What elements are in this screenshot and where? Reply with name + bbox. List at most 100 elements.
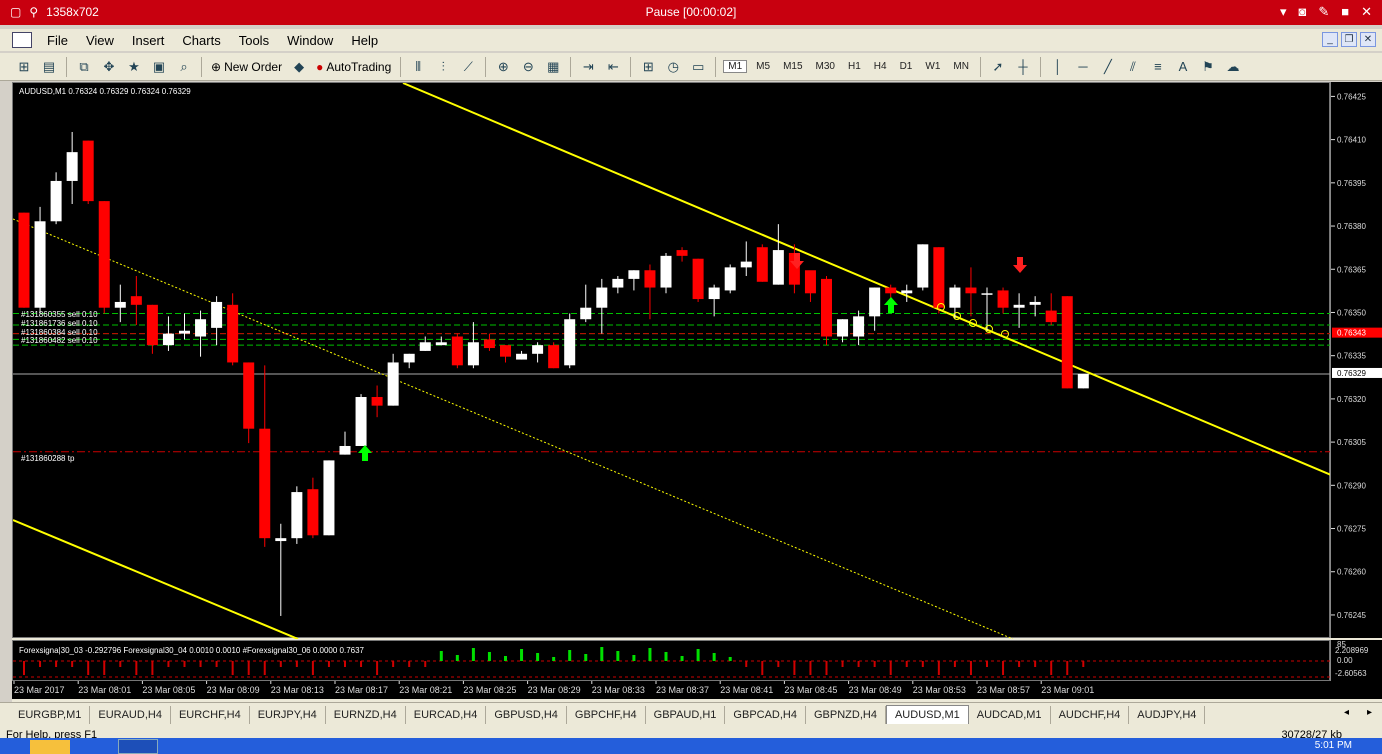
indicator-bar bbox=[103, 661, 106, 675]
text-icon[interactable]: A bbox=[1173, 57, 1193, 77]
tab-scroll-left-icon[interactable]: ◂ bbox=[1344, 707, 1349, 718]
indicator-bar bbox=[809, 661, 812, 675]
candlestick-icon[interactable]: ⫶ bbox=[433, 57, 453, 77]
candle-body bbox=[211, 301, 223, 328]
menu-help[interactable]: Help bbox=[342, 33, 387, 48]
menu-charts[interactable]: Charts bbox=[173, 33, 229, 48]
mid-dotted-trendline[interactable] bbox=[12, 218, 1014, 640]
taskbar-app-icon[interactable] bbox=[118, 739, 158, 754]
menu-file[interactable]: File bbox=[38, 33, 77, 48]
menu-view[interactable]: View bbox=[77, 33, 123, 48]
candle-body bbox=[419, 342, 431, 351]
lower-trendline[interactable] bbox=[12, 519, 299, 640]
zoom-out-icon[interactable]: ⊖ bbox=[518, 57, 538, 77]
terminal-icon[interactable]: ▣ bbox=[149, 57, 169, 77]
pencil-icon[interactable]: ✎ bbox=[1318, 4, 1329, 20]
new-order-button[interactable]: ⊕ New Order bbox=[209, 60, 284, 74]
tab-gbpusd[interactable]: GBPUSD,H4 bbox=[486, 706, 567, 724]
chart-header: AUDUSD,M1 0.76324 0.76329 0.76324 0.7632… bbox=[19, 87, 191, 96]
label-icon[interactable]: ⚑ bbox=[1198, 57, 1218, 77]
equidistant-channel-icon[interactable]: ⫽ bbox=[1123, 57, 1143, 77]
main-chart[interactable]: AUDUSD,M1 0.76324 0.76329 0.76324 0.7632… bbox=[12, 82, 1332, 640]
restore-icon[interactable]: ❐ bbox=[1341, 32, 1357, 47]
meta-editor-icon[interactable]: ◆ bbox=[289, 57, 309, 77]
indicator-window[interactable]: Forexsigna|30_03 -0.292796 Forexsignal30… bbox=[12, 640, 1331, 681]
candle-body bbox=[114, 301, 126, 308]
order-label-2: #131861736 sell 0.10 bbox=[21, 319, 98, 328]
data-window-icon[interactable]: ✥ bbox=[99, 57, 119, 77]
autotrading-button[interactable]: ● AutoTrading bbox=[314, 60, 393, 74]
horizontal-line-icon[interactable]: ─ bbox=[1073, 57, 1093, 77]
tab-audchf[interactable]: AUDCHF,H4 bbox=[1051, 706, 1130, 724]
tester-icon[interactable]: ⌕ bbox=[174, 57, 194, 77]
menu-tools[interactable]: Tools bbox=[230, 33, 278, 48]
tab-scroll-right-icon[interactable]: ▸ bbox=[1367, 707, 1372, 718]
price-tick-label: 0.76365 bbox=[1337, 265, 1366, 274]
tab-audjpy[interactable]: AUDJPY,H4 bbox=[1129, 706, 1206, 724]
close-doc-icon[interactable]: ✕ bbox=[1360, 32, 1376, 47]
trendline-icon[interactable]: ╱ bbox=[1098, 57, 1118, 77]
new-chart-icon[interactable]: ⊞ bbox=[14, 57, 34, 77]
stop-icon[interactable]: ■ bbox=[1341, 4, 1349, 20]
tab-euraud[interactable]: EURAUD,H4 bbox=[90, 706, 171, 724]
minimize-icon[interactable]: _ bbox=[1322, 32, 1338, 47]
timeframe-m1[interactable]: M1 bbox=[723, 60, 748, 73]
dropdown-icon[interactable]: ▾ bbox=[1280, 4, 1287, 20]
tab-gbpnzd[interactable]: GBPNZD,H4 bbox=[806, 706, 886, 724]
zoom-in-icon[interactable]: ⊕ bbox=[493, 57, 513, 77]
candle-body bbox=[98, 201, 110, 308]
time-axis[interactable]: 23 Mar 2017 23 Mar 08:01 23 Mar 08:05 23 Ma… bbox=[12, 681, 1382, 699]
autoscroll-icon[interactable]: ⇥ bbox=[578, 57, 598, 77]
price-chart-svg[interactable]: AUDUSD,M1 0.76324 0.76329 0.76324 0.7632… bbox=[12, 82, 1332, 640]
tab-eurnzd[interactable]: EURNZD,H4 bbox=[326, 706, 406, 724]
tab-audcad[interactable]: AUDCAD,M1 bbox=[969, 706, 1051, 724]
indicator-bar bbox=[600, 647, 604, 661]
periods-icon[interactable]: ◷ bbox=[663, 57, 683, 77]
chat-icon[interactable]: ☁ bbox=[1223, 57, 1243, 77]
tab-eurchf[interactable]: EURCHF,H4 bbox=[171, 706, 250, 724]
timeframe-h4[interactable]: H4 bbox=[870, 61, 891, 72]
tab-eurjpy[interactable]: EURJPY,H4 bbox=[250, 706, 326, 724]
bar-chart-icon[interactable]: ⫴ bbox=[408, 57, 428, 77]
menu-insert[interactable]: Insert bbox=[123, 33, 174, 48]
timeframe-m30[interactable]: M30 bbox=[812, 61, 839, 72]
tab-gbpaud[interactable]: GBPAUD,H1 bbox=[646, 706, 726, 724]
price-tick-label: 0.76425 bbox=[1337, 92, 1366, 101]
clock: 5:01 PM bbox=[1314, 740, 1352, 751]
tab-eurcad[interactable]: EURCAD,H4 bbox=[406, 706, 487, 724]
profiles-icon[interactable]: ▤ bbox=[39, 57, 59, 77]
market-watch-icon[interactable]: ⧉ bbox=[74, 57, 94, 77]
vertical-line-icon[interactable]: │ bbox=[1048, 57, 1068, 77]
price-axis[interactable]: 0.76425 0.76410 0.76395 0.76380 0.76365 0.763… bbox=[1330, 82, 1382, 638]
menu-window[interactable]: Window bbox=[278, 33, 342, 48]
timeframe-m5[interactable]: M5 bbox=[752, 61, 774, 72]
indicators-icon[interactable]: ⊞ bbox=[638, 57, 658, 77]
tab-gbpcad[interactable]: GBPCAD,H4 bbox=[725, 706, 806, 724]
templates-icon[interactable]: ▭ bbox=[688, 57, 708, 77]
tab-gbpchf[interactable]: GBPCHF,H4 bbox=[567, 706, 646, 724]
timeframe-m15[interactable]: M15 bbox=[779, 61, 806, 72]
candle-body bbox=[339, 445, 351, 455]
timeframe-d1[interactable]: D1 bbox=[896, 61, 917, 72]
tab-audusd[interactable]: AUDUSD,M1 bbox=[885, 705, 969, 724]
time-tick-label: 23 Mar 08:41 bbox=[720, 685, 773, 695]
camera-icon[interactable]: ◙ bbox=[1298, 4, 1306, 20]
crosshair-icon[interactable]: ┼ bbox=[1013, 57, 1033, 77]
price-tick-label: 0.76350 bbox=[1337, 308, 1366, 317]
fibonacci-icon[interactable]: ≡ bbox=[1148, 57, 1168, 77]
timeframe-w1[interactable]: W1 bbox=[921, 61, 944, 72]
timeframe-mn[interactable]: MN bbox=[949, 61, 973, 72]
candle-body bbox=[628, 270, 640, 279]
tile-windows-icon[interactable]: ▦ bbox=[543, 57, 563, 77]
upper-trendline[interactable] bbox=[402, 82, 1332, 476]
chart-shift-icon[interactable]: ⇤ bbox=[603, 57, 623, 77]
start-folder-icon[interactable] bbox=[30, 740, 70, 754]
line-chart-icon[interactable]: ⟋ bbox=[458, 57, 478, 77]
candle-body bbox=[740, 261, 752, 268]
timeframe-h1[interactable]: H1 bbox=[844, 61, 865, 72]
close-icon[interactable]: ✕ bbox=[1361, 4, 1372, 20]
navigator-icon[interactable]: ★ bbox=[124, 57, 144, 77]
cursor-icon[interactable]: ➚ bbox=[988, 57, 1008, 77]
price-tick-label: 0.76320 bbox=[1337, 395, 1366, 404]
tab-eurgbp[interactable]: EURGBP,M1 bbox=[10, 706, 91, 724]
